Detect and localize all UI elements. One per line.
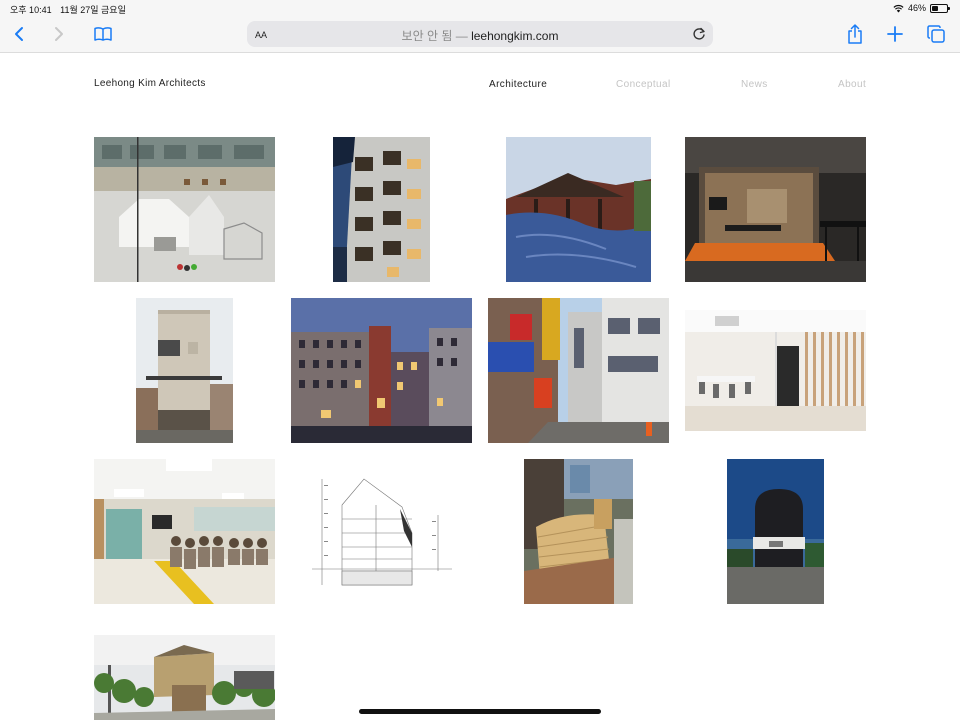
status-right: 46%: [893, 3, 950, 13]
nav-news[interactable]: News: [741, 79, 768, 90]
meeting-room-image: [685, 137, 866, 282]
status-left: 오후 10:41 11월 27일 금요일: [10, 3, 132, 16]
project-thumbnail-korean-street-signs[interactable]: [488, 298, 669, 443]
browser-toolbar: AA 보안 안 됨 — leehongkim.com: [0, 17, 960, 53]
book-icon[interactable]: [92, 23, 114, 45]
reload-icon[interactable]: [691, 26, 707, 42]
home-indicator[interactable]: [359, 709, 601, 714]
address-bar[interactable]: AA 보안 안 됨 — leehongkim.com: [247, 21, 713, 47]
project-thumbnail-brownstone-street-night[interactable]: [291, 298, 472, 443]
section-drawing-image: [312, 475, 452, 604]
status-bar: 오후 10:41 11월 27일 금요일 46%: [0, 0, 960, 17]
chevron-left-icon[interactable]: [8, 23, 30, 45]
project-thumbnail-garden-pavilion[interactable]: [94, 635, 275, 720]
office-interior-image: [685, 310, 866, 431]
brownstone-image: [291, 298, 472, 443]
round-building-image: [727, 459, 824, 604]
senior-center-image: [94, 459, 275, 604]
tabs-icon[interactable]: [925, 23, 947, 45]
library-image: [94, 137, 275, 282]
nav-about[interactable]: About: [838, 79, 866, 90]
battery-icon: [930, 3, 950, 13]
project-thumbnail-white-tower-building[interactable]: [136, 298, 233, 443]
project-thumbnail-round-black-building[interactable]: [727, 459, 824, 604]
garden-pavilion-image: [94, 635, 275, 720]
wood-bench-image: [524, 459, 633, 604]
project-thumbnail-senior-center-lounge[interactable]: [94, 459, 275, 604]
chevron-right-icon[interactable]: [48, 23, 70, 45]
project-thumbnail-glass-meeting-room[interactable]: [685, 137, 866, 282]
apartment-image: [333, 137, 430, 282]
project-thumbnail-wood-house-tarp[interactable]: [506, 137, 651, 282]
project-thumbnail-section-drawing[interactable]: [312, 475, 452, 604]
project-thumbnail-wood-bench-street[interactable]: [524, 459, 633, 604]
address-text[interactable]: 보안 안 됨 — leehongkim.com: [247, 27, 713, 44]
address-domain: leehongkim.com: [471, 29, 559, 43]
battery-percent: 46%: [907, 3, 926, 13]
nav-architecture[interactable]: Architecture: [489, 79, 547, 90]
wifi-icon: [893, 4, 904, 12]
wood-house-image: [506, 137, 651, 282]
site-logo[interactable]: Leehong Kim Architects: [94, 78, 206, 89]
project-thumbnail-library-interior[interactable]: [94, 137, 275, 282]
project-thumbnail-white-office-interior[interactable]: [685, 310, 866, 431]
status-date: 11월 27일 금요일: [60, 5, 126, 15]
white-tower-image: [136, 298, 233, 443]
nav-conceptual[interactable]: Conceptual: [616, 79, 671, 90]
security-warning: 보안 안 됨 —: [401, 29, 468, 43]
battery-fill: [932, 5, 939, 11]
street-signs-image: [488, 298, 669, 443]
plus-icon[interactable]: [884, 23, 906, 45]
share-icon[interactable]: [844, 23, 866, 45]
project-thumbnail-apartment-facade[interactable]: [333, 137, 430, 282]
status-time: 오후 10:41: [10, 5, 52, 15]
